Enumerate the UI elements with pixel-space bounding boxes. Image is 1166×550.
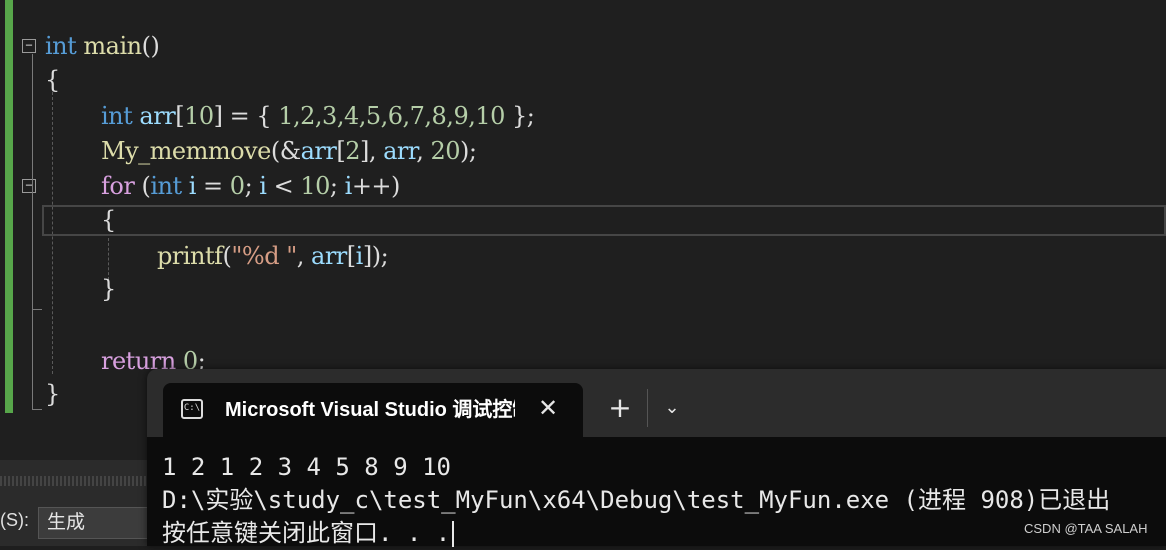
token-identifier: i	[355, 242, 364, 270]
fold-line-for	[32, 194, 33, 310]
token-punct: ()	[141, 32, 160, 60]
token-identifier: i	[188, 172, 197, 200]
code-line-2: {	[45, 66, 60, 94]
show-output-label: (S):	[0, 510, 29, 530]
token-punct: );	[460, 137, 477, 165]
fold-end-for	[32, 309, 42, 310]
fold-end-main	[32, 409, 42, 410]
token-punct: ]);	[362, 242, 389, 270]
token-number: 10	[300, 172, 330, 200]
code-line-6: {	[101, 206, 116, 234]
code-line-1: int main()	[45, 29, 160, 63]
pane-splitter[interactable]	[0, 476, 150, 486]
text-cursor	[452, 521, 455, 547]
token-number: 20	[430, 137, 461, 165]
token-control: for	[101, 172, 135, 200]
token-punct: ] = {	[213, 102, 279, 130]
token-number: 0	[229, 172, 245, 200]
token-identifier: arr	[311, 242, 347, 270]
token-punct: <	[266, 172, 301, 200]
token-punct: [	[346, 242, 356, 270]
token-keyword: int	[45, 32, 77, 60]
token-punct: ;	[244, 172, 260, 200]
terminal-output-line: 按任意键关闭此窗口. . .	[162, 519, 451, 547]
collapse-main-icon[interactable]: −	[22, 39, 36, 53]
token-identifier: arr	[139, 102, 176, 130]
token-identifier: i	[344, 172, 353, 200]
token-number: 2	[345, 137, 360, 165]
token-function: main	[83, 32, 142, 60]
terminal-titlebar[interactable]: C:\ Microsoft Visual Studio 调试控制台 ✕ + ⌄	[147, 369, 1166, 437]
token-punct: };	[504, 102, 535, 130]
chevron-down-icon[interactable]: ⌄	[657, 393, 687, 423]
token-identifier: arr	[300, 137, 337, 165]
token-punct: ],	[359, 137, 384, 165]
token-function: printf	[157, 242, 223, 270]
token-number-list: 1,2,3,4,5,6,7,8,9,10	[278, 102, 505, 130]
token-keyword: int	[150, 172, 182, 200]
terminal-output-line: D:\实验\study_c\test_MyFun\x64\Debug\test_…	[162, 486, 1111, 514]
token-punct: ++)	[351, 172, 401, 200]
token-string: "%d "	[231, 242, 297, 270]
code-line-5: for (int i = 0; i < 10; i++)	[101, 169, 400, 203]
token-punct: (&	[270, 137, 301, 165]
token-punct: [	[336, 137, 346, 165]
watermark: CSDN @TAA SALAH	[1024, 521, 1148, 536]
titlebar-divider	[647, 389, 648, 427]
code-line-10: }	[45, 380, 60, 408]
terminal-prompt-line: 按任意键关闭此窗口. . .	[162, 517, 455, 550]
token-function: My_memmove	[101, 137, 271, 165]
terminal-output-line: 1 2 1 2 3 4 5 8 9 10	[162, 453, 451, 481]
collapse-for-icon[interactable]: −	[22, 179, 36, 193]
token-punct: ,	[416, 137, 431, 165]
close-tab-icon[interactable]: ✕	[533, 393, 563, 423]
token-identifier: arr	[383, 137, 417, 165]
current-line-highlight	[42, 205, 1166, 236]
terminal-tab[interactable]: C:\ Microsoft Visual Studio 调试控制台 ✕	[163, 383, 583, 437]
token-punct: ,	[296, 242, 312, 270]
token-punct: =	[195, 172, 230, 200]
token-number: 10	[184, 102, 214, 130]
code-line-4: My_memmove(&arr[2], arr, 20);	[101, 134, 477, 168]
code-line-3: int arr[10] = { 1,2,3,4,5,6,7,8,9,10 };	[101, 99, 535, 133]
show-output-select[interactable]: 生成	[38, 507, 150, 539]
terminal-icon: C:\	[181, 399, 203, 419]
token-punct: ;	[329, 172, 345, 200]
tab-title: Microsoft Visual Studio 调试控制台	[225, 399, 515, 421]
token-punct: [	[175, 102, 185, 130]
token-keyword: int	[101, 102, 133, 130]
debug-console-window[interactable]: C:\ Microsoft Visual Studio 调试控制台 ✕ + ⌄ …	[147, 369, 1166, 547]
change-indicator-bar	[5, 0, 13, 413]
token-punct: (	[134, 172, 151, 200]
new-tab-button[interactable]: +	[605, 393, 635, 423]
code-line-7: printf("%d ", arr[i]);	[157, 239, 389, 273]
code-line-8: }	[101, 275, 116, 303]
